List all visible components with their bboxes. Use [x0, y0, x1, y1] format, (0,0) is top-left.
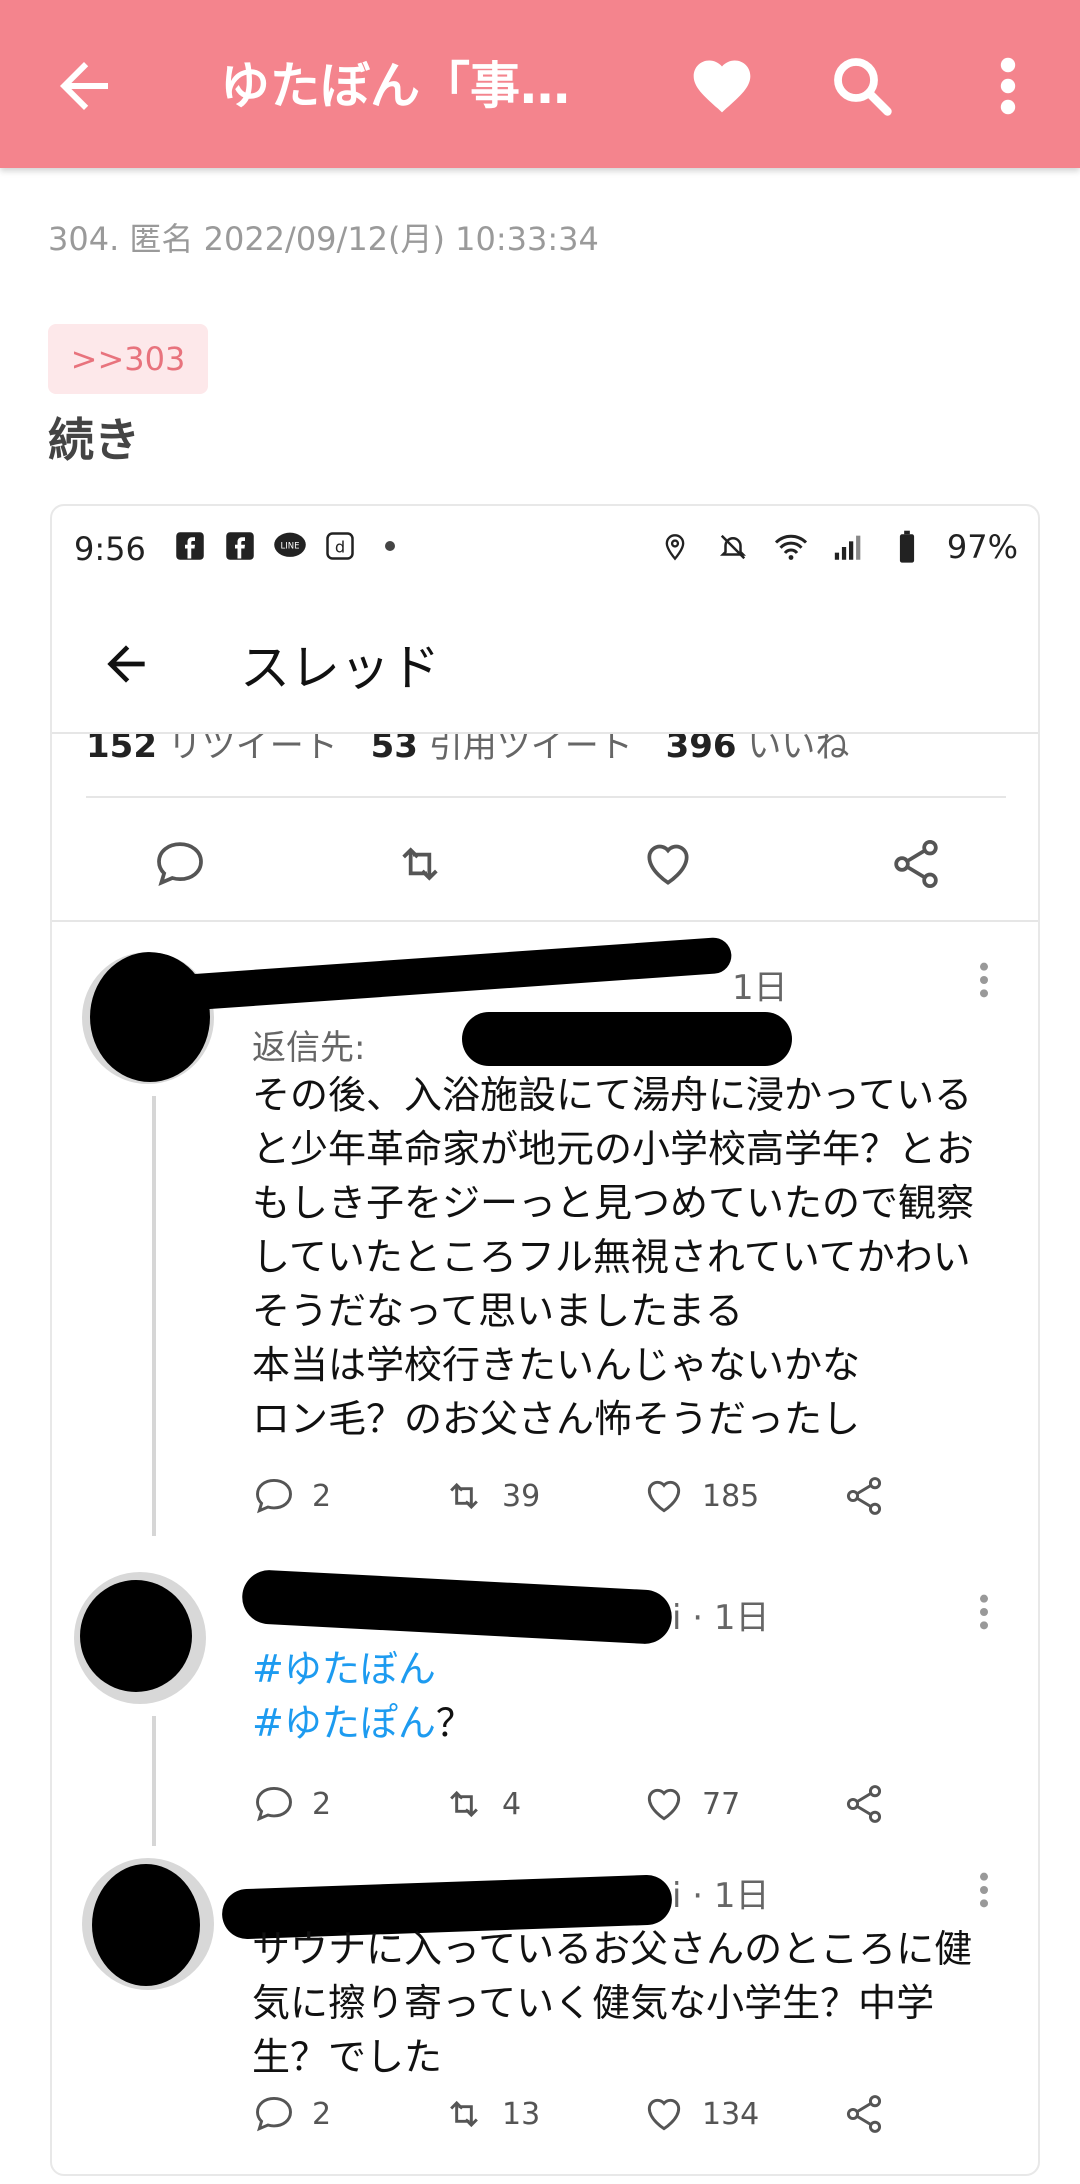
share-action[interactable] [842, 2092, 886, 2136]
retweet-icon[interactable] [392, 836, 448, 892]
facebook-icon [222, 528, 258, 564]
thread-line [152, 1716, 156, 1846]
battery-level: 97% [946, 528, 1018, 566]
post-meta: 304. 匿名 2022/09/12(月) 10:33:34 [48, 220, 599, 258]
post-body: 続き [48, 413, 140, 467]
battery-icon [889, 529, 925, 565]
redaction [171, 936, 733, 1012]
redaction [92, 1864, 200, 1986]
tweet-text: サウナに入っているお父さんのところに健 気に擦り寄っていく健気な小学生？中学 生… [252, 1927, 973, 2079]
more-options-icon[interactable] [974, 1870, 994, 1910]
share-icon [846, 2095, 882, 2133]
location-icon [657, 529, 693, 565]
app-bar: ゆたぼん「事… [0, 0, 1080, 168]
like-action[interactable]: 185 [642, 1474, 759, 1518]
overflow-menu-icon[interactable] [990, 50, 1026, 122]
back-arrow-icon[interactable] [48, 50, 120, 122]
wifi-icon [773, 529, 809, 565]
line-app-icon: LINE [272, 528, 308, 564]
reply-icon [256, 1478, 292, 1514]
hashtag-link[interactable]: #ゆたぼん [252, 1642, 982, 1696]
retweet-action[interactable]: 39 [442, 1474, 540, 1518]
reply-action[interactable]: 2 [252, 2092, 331, 2136]
reply-action[interactable]: 2 [252, 1474, 331, 1518]
tweet-text: #ゆたぼん #ゆたぽん？ [252, 1642, 982, 1750]
status-time: 9:56 [74, 530, 146, 568]
thread-line [152, 1096, 156, 1536]
thread-title: スレッド [240, 639, 440, 697]
tweet-text: その後、入浴施設にて湯舟に浸かっている と少年革命家が地元の小学校高学年？とお … [252, 1073, 975, 1441]
more-options-icon[interactable] [974, 960, 994, 1000]
tweet-time: 1日 [732, 968, 788, 1008]
embedded-screenshot[interactable]: 9:56 LINE d 97% 152 リツイート 53 引用ツイート 396 … [50, 504, 1040, 2176]
like-icon [647, 1788, 681, 1821]
main-tweet-actions [52, 826, 1038, 906]
signal-icon [831, 529, 867, 565]
share-action[interactable] [842, 1474, 886, 1518]
retweet-action[interactable]: 4 [442, 1782, 521, 1826]
tweet-actions: 2 13 134 [252, 2092, 952, 2152]
d-app-icon: d [322, 528, 358, 564]
retweet-icon [450, 1482, 478, 1510]
reply-icon [256, 2096, 292, 2132]
facebook-icon [172, 528, 208, 564]
search-icon[interactable] [826, 50, 898, 122]
thread-header: スレッド [52, 596, 1038, 734]
avatar[interactable] [82, 1858, 214, 1990]
divider [86, 796, 1006, 798]
redaction [462, 1012, 792, 1066]
like-action[interactable]: 77 [642, 1782, 740, 1826]
reply-action[interactable]: 2 [252, 1782, 331, 1826]
share-action[interactable] [842, 1782, 886, 1826]
svg-text:LINE: LINE [281, 541, 300, 551]
reply-to-label: 返信先: [252, 1028, 366, 1068]
reply-anchor-link[interactable]: >>303 [48, 324, 208, 394]
share-icon [846, 1785, 882, 1823]
like-action[interactable]: 134 [642, 2092, 759, 2136]
redaction [90, 952, 210, 1082]
svg-text:d: d [335, 537, 345, 556]
tweet-time: i · 1日 [672, 1598, 770, 1638]
like-icon [647, 2098, 681, 2131]
hashtag-link[interactable]: #ゆたぽん [252, 1701, 436, 1745]
reply-icon[interactable] [152, 836, 208, 892]
retweet-icon [450, 1790, 478, 1818]
redaction [240, 1568, 674, 1646]
heart-icon[interactable] [688, 52, 756, 120]
page-title: ゆたぼん「事… [220, 57, 570, 115]
share-icon[interactable] [888, 836, 944, 892]
like-icon [647, 1480, 681, 1513]
notification-dot-icon [372, 528, 408, 564]
divider [52, 920, 1038, 922]
back-arrow-icon[interactable] [98, 636, 154, 692]
like-icon[interactable] [640, 836, 696, 892]
share-icon [846, 1477, 882, 1515]
avatar[interactable] [74, 1572, 206, 1704]
tweet-actions: 2 4 77 [252, 1782, 952, 1842]
avatar[interactable] [82, 952, 214, 1084]
retweet-action[interactable]: 13 [442, 2092, 540, 2136]
mute-icon [715, 529, 751, 565]
reply-icon [256, 1786, 292, 1822]
status-bar: 9:56 LINE d 97% [52, 506, 1038, 596]
redaction [80, 1580, 192, 1692]
retweet-icon [450, 2100, 478, 2128]
tweet-time: i · 1日 [672, 1876, 770, 1916]
more-options-icon[interactable] [974, 1592, 994, 1632]
tweet-actions: 2 39 185 [252, 1474, 952, 1534]
